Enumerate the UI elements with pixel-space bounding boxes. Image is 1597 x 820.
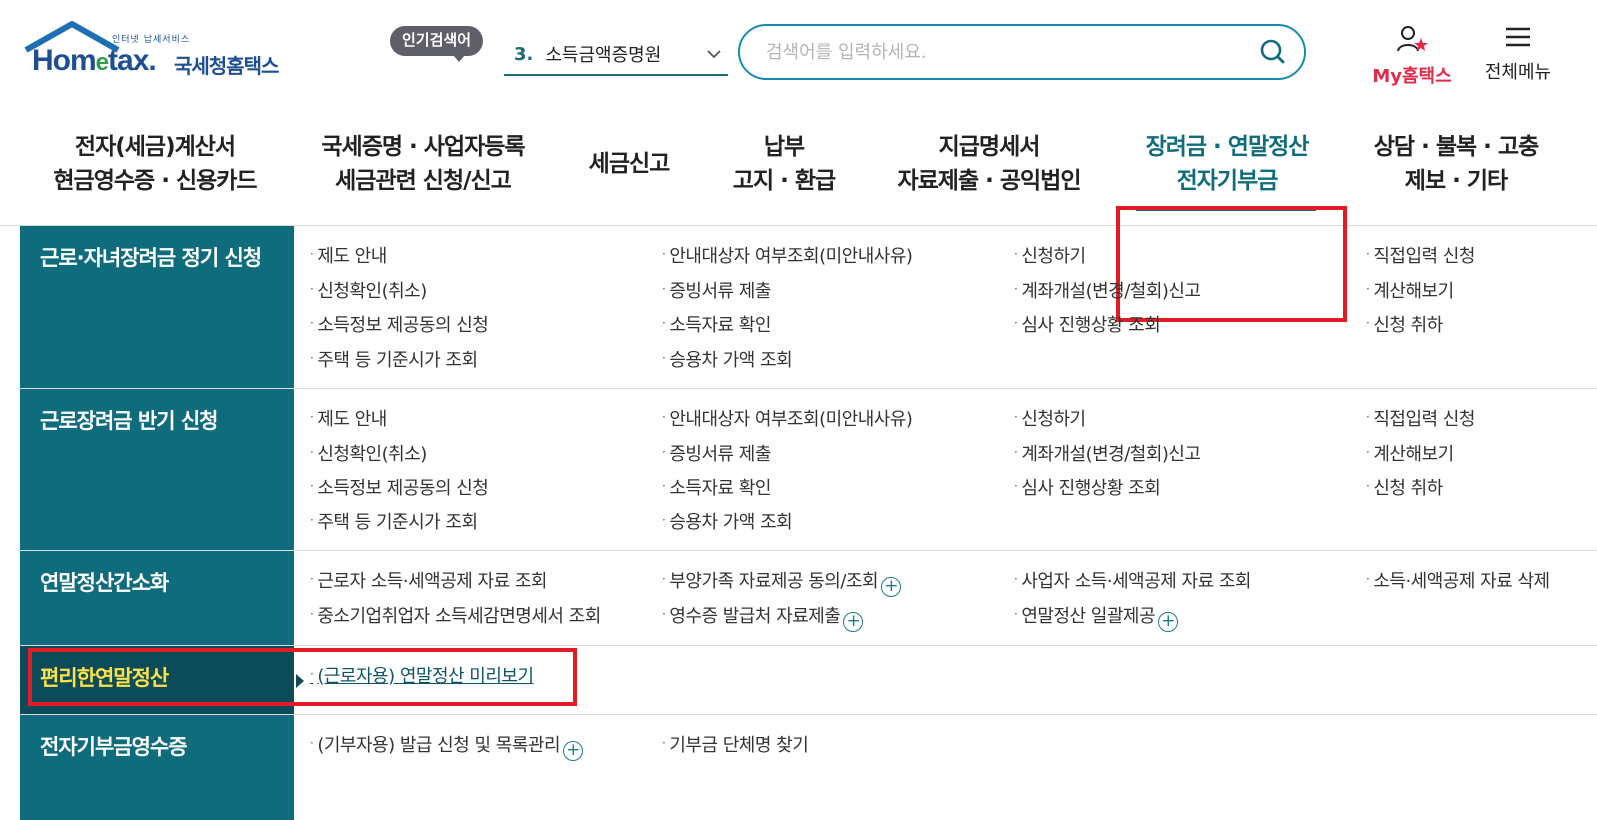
plus-icon[interactable]: + bbox=[843, 612, 864, 632]
menu-row-donation-receipt: 전자기부금영수증 · (기부자용) 발급 신청 및 목록관리 + · 기부금 단체명 … bbox=[20, 715, 1597, 820]
logo-korean-name: 국세청홈택스 bbox=[174, 54, 279, 78]
menu-link[interactable]: · 제도 안내 bbox=[310, 405, 387, 431]
menu-row-title[interactable]: 근로장려금 반기 신청 bbox=[20, 389, 294, 550]
menu-link[interactable]: · 계산해보기 bbox=[1366, 277, 1454, 303]
menu-link[interactable]: · 심사 진행상황 조회 bbox=[1014, 474, 1161, 500]
gnb-label: 납부 bbox=[763, 134, 805, 160]
menu-link[interactable]: · 사업자 소득·세액공제 자료 조회 bbox=[1014, 567, 1251, 593]
menu-link[interactable]: · 소득자료 확인 bbox=[662, 474, 771, 500]
gnb-tax-return[interactable]: 세금신고 bbox=[576, 147, 682, 181]
menu-link[interactable]: · 근로자 소득·세액공제 자료 조회 bbox=[310, 567, 547, 593]
popular-rank: 3. bbox=[514, 43, 534, 65]
menu-link[interactable]: · 안내대상자 여부조회(미안내사유) bbox=[662, 405, 913, 431]
gnb-e-invoice[interactable]: 전자(세금)계산서 현금영수증 · 신용카드 bbox=[40, 130, 270, 198]
gnb-label: 현금영수증 · 신용카드 bbox=[53, 168, 257, 194]
popular-keyword-select[interactable]: 3. 소득금액증명원 bbox=[504, 34, 728, 76]
search-input[interactable] bbox=[766, 41, 1256, 63]
gnb-label: 지급명세서 bbox=[938, 134, 1041, 160]
menu-link[interactable]: · 소득자료 확인 bbox=[662, 311, 771, 337]
menu-link[interactable]: · 직접입력 신청 bbox=[1366, 242, 1475, 268]
plus-icon[interactable]: + bbox=[881, 577, 902, 597]
menu-link[interactable]: · 신청확인(취소) bbox=[310, 277, 427, 303]
hometax-logo[interactable]: 인터넷 납세서비스 Hometax. 국세청홈택스 bbox=[22, 20, 312, 90]
popular-search-badge: 인기검색어 bbox=[390, 26, 484, 62]
gnb-payment-statements[interactable]: 지급명세서 자료제출 · 공익법인 bbox=[884, 130, 1094, 198]
menu-link[interactable]: · 계산해보기 bbox=[1366, 440, 1454, 466]
menu-link[interactable]: · 직접입력 신청 bbox=[1366, 405, 1475, 431]
menu-row-title[interactable]: 전자기부금영수증 bbox=[20, 715, 294, 820]
gnb-counsel[interactable]: 상담 · 불복 · 고충 제보 · 기타 bbox=[1356, 130, 1556, 198]
gnb-label: 전자기부금 bbox=[1176, 168, 1279, 194]
menu-link[interactable]: · 승용차 가액 조회 bbox=[662, 346, 793, 372]
all-menu-button[interactable]: 전체메뉴 bbox=[1476, 24, 1560, 84]
gnb-label: 자료제출 · 공익법인 bbox=[897, 168, 1081, 194]
menu-link[interactable]: · 기부금 단체명 찾기 bbox=[662, 731, 809, 757]
gnb-label: 상담 · 불복 · 고충 bbox=[1373, 134, 1539, 160]
gnb-certificates[interactable]: 국세증명 · 사업자등록 세금관련 신청/신고 bbox=[308, 130, 538, 198]
menu-link[interactable]: · 소득정보 제공동의 신청 bbox=[310, 474, 489, 500]
gnb-payment[interactable]: 납부 고지 · 환급 bbox=[718, 130, 850, 198]
menu-row-convenient-yearend: 편리한연말정산 · (근로자용) 연말정산 미리보기 bbox=[20, 646, 1597, 715]
menu-link[interactable]: · (근로자용) 연말정산 미리보기 bbox=[310, 662, 534, 688]
gnb-label: 장려금 · 연말정산 bbox=[1145, 134, 1310, 160]
menu-link[interactable]: · 증빙서류 제출 bbox=[662, 440, 771, 466]
my-hometax-label: My홈택스 bbox=[1372, 66, 1452, 87]
menu-link[interactable]: · 연말정산 일괄제공 + bbox=[1014, 602, 1179, 632]
mega-menu: 근로·자녀장려금 정기 신청 · 제도 안내 · 안내대상자 여부조회(미안내사유)… bbox=[20, 226, 1597, 820]
menu-link[interactable]: · 계좌개설(변경/철회)신고 bbox=[1014, 277, 1201, 303]
gnb-label: 세금신고 bbox=[588, 151, 671, 177]
menu-row-yearend-simplified: 연말정산간소화 · 근로자 소득·세액공제 자료 조회 · 부양가족 자료제공 동의… bbox=[20, 551, 1597, 646]
popular-keyword: 소득금액증명원 bbox=[545, 45, 662, 66]
menu-link[interactable]: · 제도 안내 bbox=[310, 242, 387, 268]
menu-row-incentive-half: 근로장려금 반기 신청 · 제도 안내 · 안내대상자 여부조회(미안내사유) · 신… bbox=[20, 389, 1597, 551]
menu-link[interactable]: · 안내대상자 여부조회(미안내사유) bbox=[662, 242, 913, 268]
menu-row-title[interactable]: 근로·자녀장려금 정기 신청 bbox=[20, 226, 294, 388]
header: 인터넷 납세서비스 Hometax. 국세청홈택스 인기검색어 3. 소득금액증… bbox=[0, 0, 1597, 100]
gnb-label: 제보 · 기타 bbox=[1404, 168, 1508, 194]
search-icon[interactable] bbox=[1256, 35, 1290, 69]
gnb-label: 고지 · 환급 bbox=[732, 168, 836, 194]
menu-link[interactable]: · 주택 등 기준시가 조회 bbox=[310, 346, 478, 372]
menu-row-incentive-regular: 근로·자녀장려금 정기 신청 · 제도 안내 · 안내대상자 여부조회(미안내사유)… bbox=[20, 226, 1597, 389]
menu-link[interactable]: · 영수증 발급처 자료제출 + bbox=[662, 602, 864, 632]
all-menu-label: 전체메뉴 bbox=[1484, 62, 1552, 83]
search-box bbox=[738, 24, 1306, 80]
gnb-active-indicator bbox=[1136, 206, 1316, 211]
menu-link[interactable]: · 계좌개설(변경/철회)신고 bbox=[1014, 440, 1201, 466]
menu-link[interactable]: · 소득정보 제공동의 신청 bbox=[310, 311, 489, 337]
arrow-right-icon bbox=[296, 674, 304, 688]
menu-row-title[interactable]: 편리한연말정산 bbox=[20, 646, 294, 714]
global-navigation: 전자(세금)계산서 현금영수증 · 신용카드 국세증명 · 사업자등록 세금관련… bbox=[0, 100, 1597, 322]
menu-link[interactable]: · 신청 취하 bbox=[1366, 311, 1443, 337]
logo-wordmark: Hometax. bbox=[32, 44, 157, 77]
menu-link[interactable]: · 부양가족 자료제공 동의/조회 + bbox=[662, 567, 902, 597]
menu-link[interactable]: · 중소기업취업자 소득세감면명세서 조회 bbox=[310, 602, 601, 628]
plus-icon[interactable]: + bbox=[1158, 612, 1179, 632]
my-hometax-button[interactable]: My홈택스 bbox=[1364, 24, 1460, 88]
menu-link[interactable]: · 심사 진행상황 조회 bbox=[1014, 311, 1161, 337]
gnb-label: 전자(세금)계산서 bbox=[74, 134, 236, 160]
gnb-incentive-yearend[interactable]: 장려금 · 연말정산 전자기부금 bbox=[1126, 130, 1328, 198]
menu-link[interactable]: · 신청 취하 bbox=[1366, 474, 1443, 500]
menu-link[interactable]: · 승용차 가액 조회 bbox=[662, 508, 793, 534]
menu-link[interactable]: · (기부자용) 발급 신청 및 목록관리 + bbox=[310, 731, 584, 761]
chevron-down-icon bbox=[707, 50, 721, 59]
menu-link[interactable]: · 신청확인(취소) bbox=[310, 440, 427, 466]
menu-link[interactable]: · 신청하기 bbox=[1014, 405, 1086, 431]
gnb-label: 세금관련 신청/신고 bbox=[335, 168, 512, 194]
menu-row-title[interactable]: 연말정산간소화 bbox=[20, 551, 294, 645]
gnb-label: 국세증명 · 사업자등록 bbox=[321, 134, 525, 160]
menu-link[interactable]: · 소득·세액공제 자료 삭제 bbox=[1366, 567, 1550, 593]
hamburger-icon bbox=[1506, 27, 1530, 47]
plus-icon[interactable]: + bbox=[563, 741, 584, 761]
menu-link[interactable]: · 증빙서류 제출 bbox=[662, 277, 771, 303]
menu-link[interactable]: · 신청하기 bbox=[1014, 242, 1086, 268]
menu-link[interactable]: · 주택 등 기준시가 조회 bbox=[310, 508, 478, 534]
user-star-icon bbox=[1397, 26, 1428, 52]
